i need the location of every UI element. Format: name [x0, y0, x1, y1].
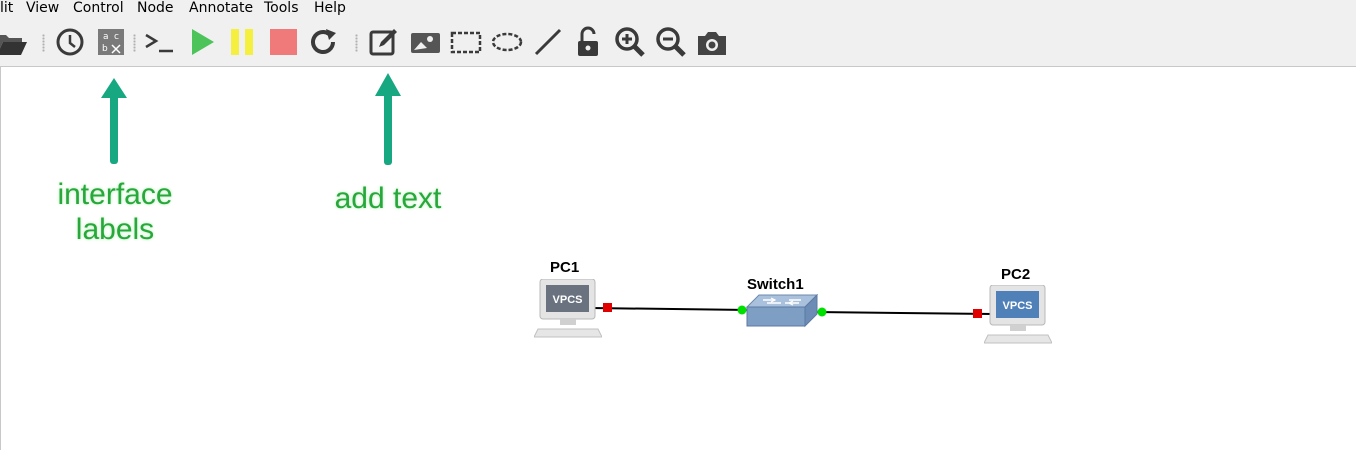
topology-links — [590, 303, 994, 318]
node-switch1[interactable] — [745, 293, 819, 333]
node-label-pc2[interactable]: PC2 — [1001, 266, 1030, 283]
link-status-down-indicator — [603, 303, 612, 312]
vpcs-badge: VPCS — [1003, 300, 1033, 312]
node-pc1[interactable]: VPCS — [533, 278, 603, 344]
vpcs-computer-icon: VPCS — [983, 284, 1053, 344]
node-label-pc1[interactable]: PC1 — [550, 259, 579, 276]
node-pc2[interactable]: VPCS — [983, 284, 1053, 350]
link-status-down-indicator — [973, 309, 982, 318]
link-switch1-pc2[interactable] — [814, 311, 994, 315]
vpcs-computer-icon: VPCS — [533, 278, 603, 338]
link-pc1-switch1[interactable] — [590, 307, 750, 311]
vpcs-badge: VPCS — [553, 294, 583, 306]
ethernet-switch-icon — [745, 293, 819, 328]
node-label-switch1[interactable]: Switch1 — [747, 276, 804, 293]
